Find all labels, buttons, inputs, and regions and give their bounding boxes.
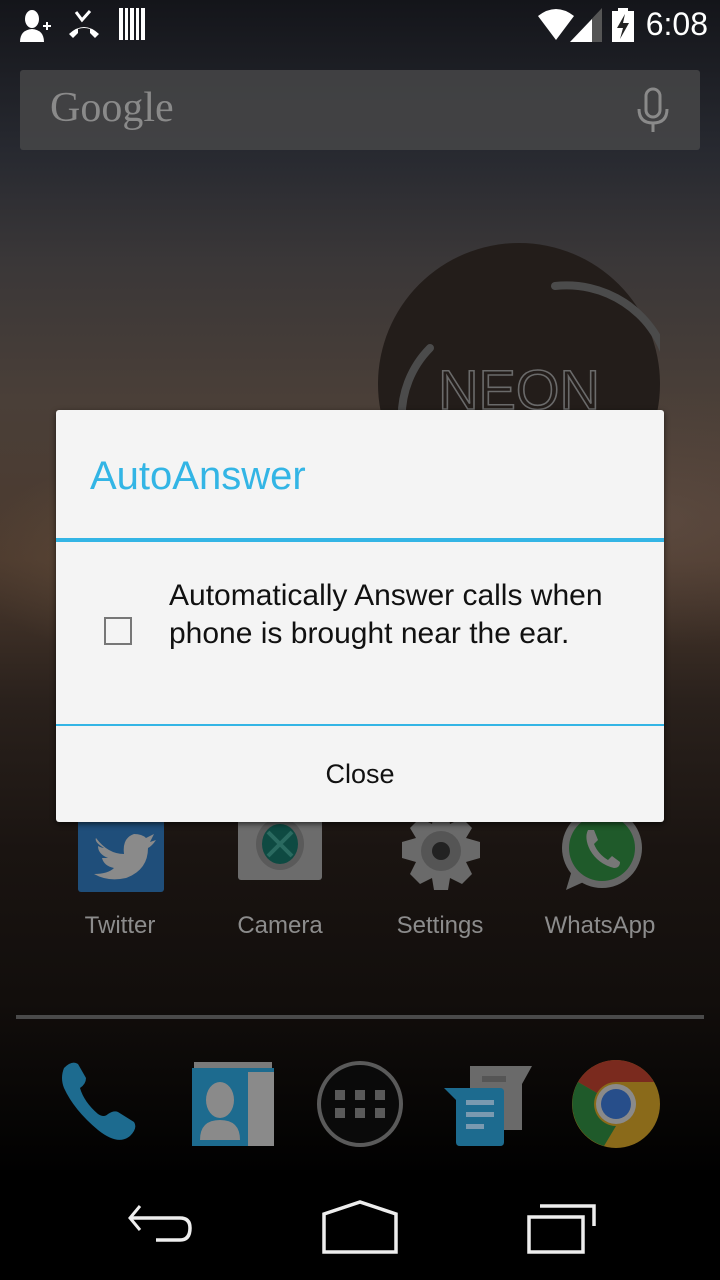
back-button[interactable] (126, 1200, 194, 1252)
chrome-icon[interactable] (570, 1058, 662, 1150)
app-label: WhatsApp (544, 912, 656, 939)
google-search-bar[interactable]: Google (20, 70, 700, 150)
dialog-message: Automatically Answer calls when phone is… (169, 579, 603, 650)
home-button[interactable] (322, 1200, 398, 1254)
battery-charging-icon (612, 8, 634, 42)
phone-icon[interactable] (58, 1058, 150, 1150)
auto-answer-checkbox[interactable] (104, 617, 132, 645)
title-divider (56, 538, 664, 542)
navigation-bar (0, 1170, 720, 1280)
close-button[interactable]: Close (56, 726, 664, 822)
wifi-icon (538, 9, 574, 40)
dock-divider (16, 1015, 704, 1019)
missed-call-icon (69, 10, 99, 38)
status-bar: 6:08 (0, 0, 720, 50)
add-contact-icon (20, 10, 51, 42)
contacts-icon[interactable] (188, 1058, 280, 1150)
app-label: Twitter (84, 912, 156, 939)
dialog-title: AutoAnswer (90, 454, 306, 498)
autoanswer-dialog: AutoAnswer Automatically Answer calls wh… (56, 410, 664, 822)
messaging-icon[interactable] (442, 1058, 534, 1150)
app-label: Settings (396, 912, 484, 939)
recents-button[interactable] (526, 1200, 598, 1256)
app-label: Camera (237, 912, 323, 939)
mic-icon[interactable] (636, 87, 670, 133)
signal-icon (570, 8, 602, 42)
barcode-icon (119, 8, 145, 40)
google-logo: Google (50, 85, 174, 131)
app-drawer-icon[interactable] (314, 1058, 406, 1150)
status-time: 6:08 (645, 6, 708, 42)
